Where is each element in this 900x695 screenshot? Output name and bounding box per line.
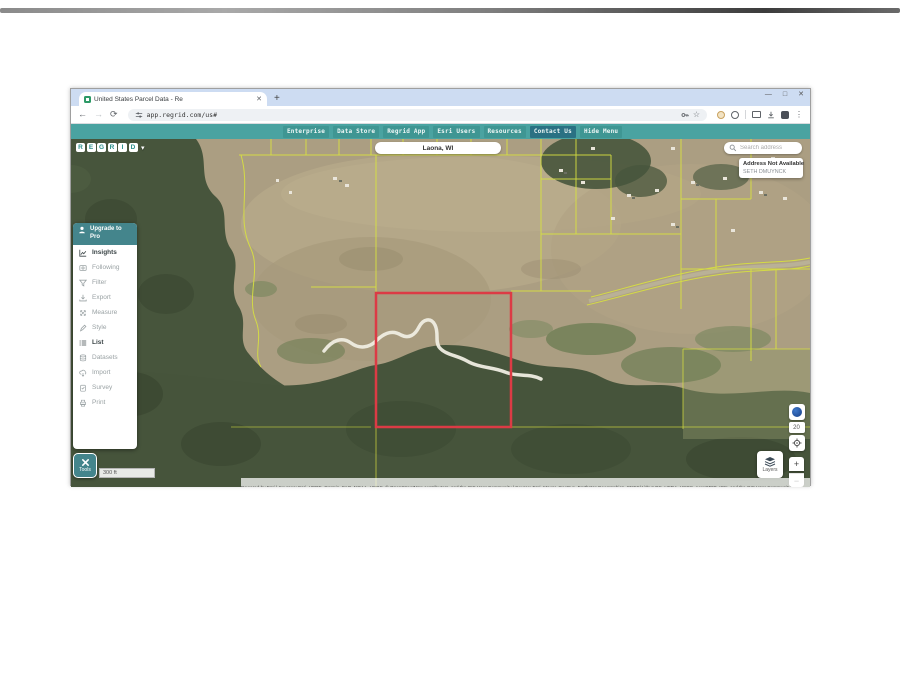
window-maximize-button[interactable]: □ [783, 91, 787, 98]
map-canvas[interactable] [71, 139, 810, 487]
tab-close-icon[interactable]: ✕ [256, 96, 262, 103]
browser-menu-icon[interactable]: ⋮ [795, 111, 803, 119]
window-controls: — □ ✕ [765, 91, 804, 98]
map-controls: 20 + − [788, 404, 805, 487]
logo-chevron-down-icon[interactable]: ▾ [141, 144, 145, 152]
survey-icon [79, 384, 87, 392]
streetview-globe-button[interactable] [789, 404, 805, 420]
sidebar-item-import[interactable]: Import [73, 365, 137, 380]
upgrade-to-pro-button[interactable]: Upgrade to Pro [73, 223, 137, 245]
sidebar-item-style[interactable]: Style [73, 320, 137, 335]
tab-title: United States Parcel Data - Re [94, 96, 253, 103]
back-icon[interactable]: ← [78, 110, 87, 119]
new-tab-button[interactable]: + [274, 94, 280, 104]
geolocate-button[interactable] [789, 435, 805, 451]
sidebar-item-following[interactable]: Following [73, 260, 137, 275]
search-icon [729, 144, 737, 152]
sidebar-item-datasets[interactable]: Datasets [73, 350, 137, 365]
scan-artifact-bar [0, 8, 900, 13]
sidebar-item-list[interactable]: List [73, 335, 137, 350]
bookmark-star-icon[interactable]: ☆ [693, 111, 700, 119]
zoom-level-indicator: 20 [789, 422, 805, 433]
toolbar-divider [745, 110, 746, 119]
location-label-pill[interactable]: Laona, WI [375, 142, 501, 154]
tooltip-owner: SETH DMUYNCK [743, 169, 799, 175]
nav-contact-us[interactable]: Contact Us [530, 126, 576, 138]
extensions-puzzle-icon[interactable] [781, 111, 789, 119]
logo-letter: I [118, 143, 127, 152]
forward-icon[interactable]: → [94, 110, 103, 119]
sidebar-item-filter[interactable]: Filter [73, 275, 137, 290]
style-pencil-icon [79, 324, 87, 332]
extension-ring-icon[interactable] [731, 111, 739, 119]
url-input[interactable] [147, 111, 677, 119]
layers-label: Layers [762, 468, 777, 473]
upgrade-label: Upgrade to Pro [90, 226, 128, 241]
following-icon [79, 264, 87, 272]
print-icon [79, 399, 87, 407]
logo-letter: D [129, 143, 138, 152]
browser-tab[interactable]: United States Parcel Data - Re ✕ [79, 92, 267, 106]
sidebar-item-measure[interactable]: Measure [73, 305, 137, 320]
layers-button[interactable]: Layers [757, 451, 783, 478]
reload-icon[interactable]: ⟳ [110, 110, 118, 119]
logo-letter: G [97, 143, 106, 152]
sidebar-item-survey[interactable]: Survey [73, 380, 137, 395]
nav-hide-menu[interactable]: Hide Menu [580, 126, 622, 138]
sidebar-item-export[interactable]: Export [73, 290, 137, 305]
logo-letter: R [108, 143, 117, 152]
tab-favicon-icon [84, 96, 91, 103]
logo-letter: R [76, 143, 85, 152]
crosshair-icon [792, 438, 802, 448]
window-minimize-button[interactable]: — [765, 91, 772, 98]
browser-toolbar: ← → ⟳ ☆ [71, 106, 810, 124]
list-icon [79, 339, 87, 347]
side-panel-icon[interactable] [752, 111, 761, 118]
nav-esri-users[interactable]: Esri Users [433, 126, 479, 138]
site-nav-bar: Enterprise Data Store Regrid App Esri Us… [71, 124, 810, 139]
tools-label: Tools [79, 468, 91, 473]
export-icon [79, 294, 87, 302]
browser-window: United States Parcel Data - Re ✕ + — □ ✕… [70, 88, 811, 486]
address-search-box[interactable] [724, 142, 802, 154]
map-attribution: Powered by Esri | Sources: Esri, HERE, G… [241, 478, 810, 487]
scale-bar: 300 ft [99, 468, 155, 478]
window-close-button[interactable]: ✕ [798, 91, 804, 98]
scanned-page: United States Parcel Data - Re ✕ + — □ ✕… [0, 0, 900, 695]
sidebar-item-print[interactable]: Print [73, 395, 137, 410]
globe-icon [792, 407, 802, 417]
zoom-in-button[interactable]: + [789, 457, 804, 471]
tune-icon[interactable] [135, 111, 143, 119]
insights-icon [79, 249, 87, 257]
logo-letter: E [87, 143, 96, 152]
nav-data-store[interactable]: Data Store [333, 126, 379, 138]
import-cloud-icon [79, 369, 87, 377]
nav-regrid-app[interactable]: Regrid App [383, 126, 429, 138]
datasets-icon [79, 354, 87, 362]
tools-icon [81, 458, 90, 467]
password-key-icon[interactable] [681, 111, 689, 119]
measure-icon [79, 309, 87, 317]
parcel-tooltip: Address Not Available SETH DMUYNCK [739, 158, 803, 178]
search-input[interactable] [740, 145, 800, 151]
user-icon [78, 226, 86, 234]
tools-sidebar-panel: Upgrade to Pro Insights Following [73, 223, 137, 449]
address-bar[interactable]: ☆ [128, 109, 707, 121]
tooltip-address: Address Not Available [743, 161, 799, 167]
sidebar-item-insights[interactable]: Insights [73, 245, 137, 260]
regrid-logo[interactable]: R E G R I D ▾ [76, 143, 145, 152]
browser-tab-bar: United States Parcel Data - Re ✕ + — □ ✕ [71, 89, 810, 106]
extension-icons: ⋮ [717, 110, 803, 119]
filter-icon [79, 279, 87, 287]
layers-icon [764, 456, 776, 467]
map-viewport[interactable]: R E G R I D ▾ Laona, WI Address Not A [71, 139, 810, 487]
downloads-icon[interactable] [767, 111, 775, 119]
nav-resources[interactable]: Resources [484, 126, 526, 138]
tools-button[interactable]: Tools [73, 453, 97, 478]
extension-badge-icon[interactable] [717, 111, 725, 119]
nav-enterprise[interactable]: Enterprise [283, 126, 329, 138]
